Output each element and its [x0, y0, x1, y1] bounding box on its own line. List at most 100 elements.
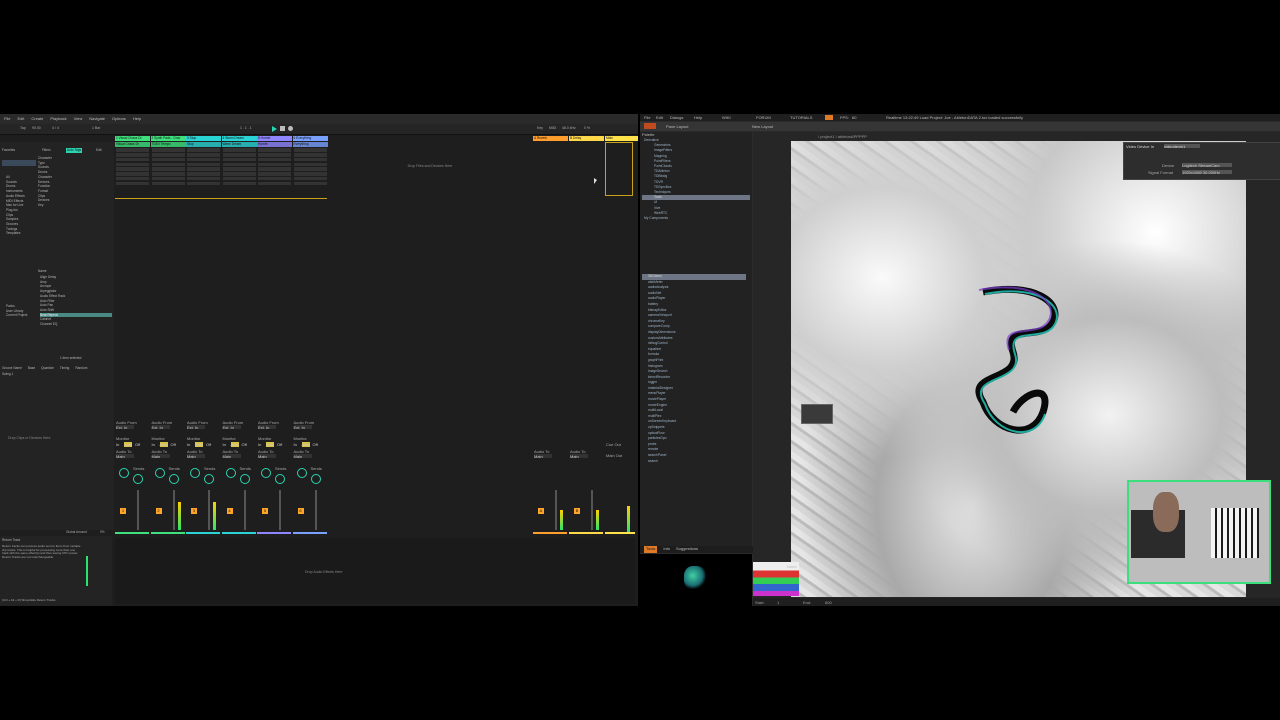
track-name[interactable]: 2 Synth Pads - Grav	[150, 136, 186, 141]
audio-from-select[interactable]: Ext. In	[116, 425, 134, 430]
empty-clip-slot[interactable]	[258, 152, 291, 157]
audio-to-select[interactable]: Main	[258, 454, 276, 459]
clip-slot[interactable]: TDEV Tempo	[150, 142, 186, 147]
empty-clip-slot[interactable]	[258, 172, 291, 176]
empty-clip-slot[interactable]	[293, 181, 327, 186]
empty-clip-slot[interactable]	[293, 162, 327, 167]
volume-fader[interactable]	[279, 490, 281, 530]
monitor-auto[interactable]: Auto	[301, 442, 310, 447]
empty-clip-slot[interactable]	[293, 167, 327, 171]
send-a-knob[interactable]	[154, 468, 165, 478]
empty-clip-slot[interactable]	[222, 176, 256, 181]
empty-clip-slot[interactable]	[258, 157, 291, 162]
browser-collection[interactable]: Favorites	[2, 148, 15, 153]
td-menu-edit[interactable]: Edit	[656, 115, 663, 120]
volume-fader[interactable]	[208, 490, 210, 530]
return-activator[interactable]: A	[538, 508, 544, 514]
menu-navigate[interactable]: Navigate	[89, 116, 105, 122]
track-name[interactable]: 3 Stop	[186, 136, 221, 141]
empty-clip-slot[interactable]	[187, 152, 220, 157]
params-op-name[interactable]: videodevin1	[1164, 144, 1200, 149]
track-name[interactable]: 4 Warm Dream	[221, 136, 257, 141]
play-icon[interactable]	[272, 125, 277, 132]
empty-clip-slot[interactable]	[187, 181, 220, 186]
empty-clip-slot[interactable]	[293, 152, 327, 157]
send-a-knob[interactable]	[119, 468, 129, 478]
empty-clip-slot[interactable]	[293, 148, 327, 152]
send-a-knob[interactable]	[261, 468, 271, 478]
tempo-field[interactable]: 90.00	[32, 126, 41, 130]
audio-to-select[interactable]: Main	[116, 454, 134, 459]
menu-view[interactable]: View	[74, 116, 83, 122]
new-layout-button[interactable]: New Layout	[752, 124, 773, 129]
auto-tags-toggle[interactable]: Auto Tags	[66, 148, 83, 153]
track-activator[interactable]: 2	[155, 508, 162, 514]
send-a-knob[interactable]	[296, 468, 307, 478]
empty-clip-slot[interactable]	[151, 167, 185, 171]
wiki-link[interactable]: WIKI	[722, 115, 731, 120]
audio-from-select[interactable]: Ext. In	[187, 425, 205, 430]
send-b-knob[interactable]	[168, 474, 179, 484]
clip-slot[interactable]: Hornet	[257, 142, 292, 147]
arrangement-position[interactable]: 1 . 1 . 1	[240, 126, 252, 130]
network-path[interactable]: / project1 / abletonAPPPPP	[818, 134, 867, 139]
empty-clip-slot[interactable]	[116, 148, 149, 152]
empty-clip-slot[interactable]	[293, 176, 327, 181]
empty-clip-slot[interactable]	[187, 148, 220, 152]
audio-from-select[interactable]: Ext. In	[293, 425, 312, 430]
empty-clip-slot[interactable]	[187, 176, 220, 181]
place-current-project[interactable]: Current Project	[6, 313, 27, 318]
midi-button[interactable]: MIDI	[549, 126, 556, 130]
time-signature[interactable]: 4 / 4	[52, 126, 59, 130]
empty-clip-slot[interactable]	[116, 162, 149, 167]
empty-clip-slot[interactable]	[222, 162, 256, 167]
audio-to-select[interactable]: Main	[293, 454, 312, 459]
return-track-name[interactable]: B Delay	[569, 136, 604, 141]
empty-clip-slot[interactable]	[116, 181, 149, 186]
empty-clip-slot[interactable]	[258, 148, 291, 152]
empty-clip-slot[interactable]	[222, 157, 256, 162]
audio-from-select[interactable]: Ext. In	[151, 425, 170, 430]
track-name[interactable]: 5 Hornet	[257, 136, 292, 141]
browser-name-header[interactable]: Name	[38, 269, 47, 274]
send-b-knob[interactable]	[204, 474, 214, 484]
global-amount-value[interactable]: 0%	[100, 530, 105, 534]
record-icon[interactable]	[288, 126, 293, 131]
filters-label[interactable]: Filters	[42, 148, 51, 153]
audio-to-select[interactable]: Main	[151, 454, 170, 459]
send-b-knob[interactable]	[310, 474, 321, 484]
forum-link[interactable]: FORUM	[756, 115, 771, 120]
send-b-knob[interactable]	[133, 474, 143, 484]
menu-file[interactable]: File	[4, 116, 10, 122]
track-activator[interactable]: 3	[191, 508, 197, 514]
clip-slot[interactable]: Everything	[292, 142, 328, 147]
monitor-off[interactable]: Off	[171, 442, 176, 447]
quantize-menu[interactable]: 1 Bar	[92, 126, 100, 130]
audio-to-select[interactable]: Main	[534, 454, 552, 459]
empty-clip-slot[interactable]	[293, 157, 327, 162]
monitor-off[interactable]: Off	[135, 442, 140, 447]
empty-clip-slot[interactable]	[222, 181, 256, 186]
monitor-auto[interactable]: Auto	[266, 442, 275, 447]
empty-clip-slot[interactable]	[151, 152, 185, 157]
return-track-name[interactable]: A Reverb	[533, 136, 568, 141]
empty-clip-slot[interactable]	[116, 172, 149, 176]
empty-clip-slot[interactable]	[116, 176, 149, 181]
monitor-auto[interactable]: Auto	[159, 442, 168, 447]
volume-fader[interactable]	[591, 490, 593, 530]
main-scene-column[interactable]	[605, 142, 633, 196]
palette-tree-item[interactable]: My Components	[642, 216, 750, 221]
clip-slot[interactable]: Warm Dream	[221, 142, 257, 147]
device-field[interactable]: Logitech StreamCam	[1182, 163, 1232, 168]
tab-info[interactable]: Info	[663, 546, 670, 553]
return-activator[interactable]: B	[574, 508, 580, 514]
empty-clip-slot[interactable]	[222, 172, 256, 176]
empty-clip-slot[interactable]	[222, 152, 256, 157]
send-a-knob[interactable]	[190, 468, 200, 478]
track-activator[interactable]: 4	[226, 508, 233, 514]
alert-badge[interactable]	[825, 114, 833, 120]
audio-from-select[interactable]: Ext. In	[258, 425, 276, 430]
empty-clip-slot[interactable]	[151, 181, 185, 186]
volume-fader[interactable]	[172, 490, 175, 530]
monitor-in[interactable]: In	[152, 442, 155, 447]
